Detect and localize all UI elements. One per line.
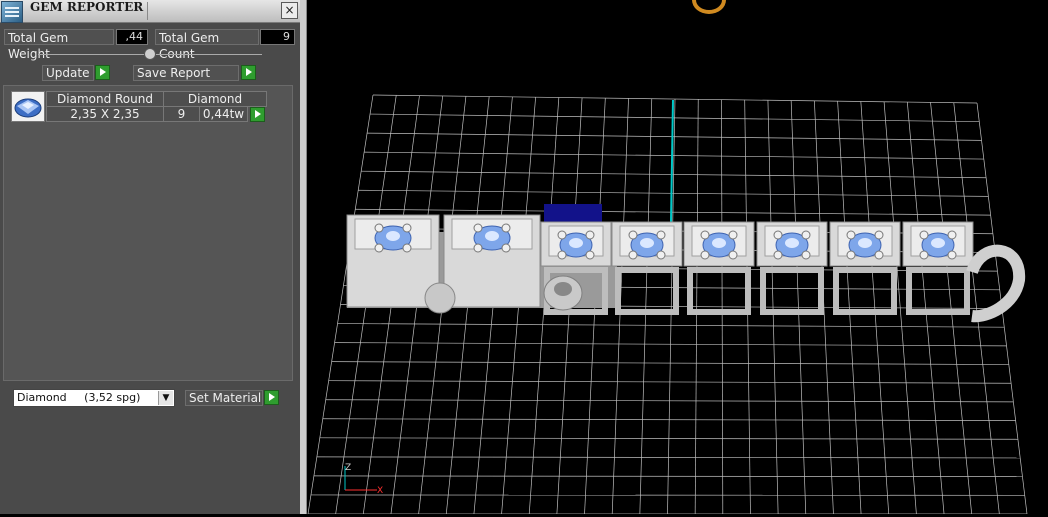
total-gem-weight-label: Total Gem Weight	[4, 29, 114, 45]
prong-2-4	[502, 244, 510, 252]
chevron-down-icon[interactable]: ▼	[158, 391, 173, 405]
gem-reporter-panel: GEM REPORTER × Total Gem Weight ,44 Tota…	[0, 0, 300, 514]
prong-6-4	[802, 251, 810, 259]
gem-facet-2	[485, 231, 499, 241]
prong-5-1	[701, 231, 709, 239]
prong-1-2	[403, 224, 411, 232]
gem-header-name: Diamond Round	[46, 91, 164, 107]
link-frame-7	[836, 270, 894, 312]
set-material-button[interactable]: Set Material	[185, 390, 263, 406]
svg-text:Z: Z	[345, 463, 351, 473]
prong-4-4	[657, 251, 665, 259]
save-report-play-icon[interactable]	[241, 65, 256, 80]
slider-handle[interactable]	[144, 48, 156, 60]
clasp-ball	[425, 283, 455, 313]
prong-8-2	[948, 231, 956, 239]
prong-8-1	[920, 231, 928, 239]
prong-4-3	[629, 251, 637, 259]
prong-8-3	[920, 251, 928, 259]
gem-facet-7	[858, 238, 872, 248]
update-play-icon[interactable]	[95, 65, 110, 80]
set-material-play-icon[interactable]	[264, 390, 279, 405]
gem-row-play-icon[interactable]	[250, 107, 265, 122]
prong-7-3	[847, 251, 855, 259]
total-gem-count-label: Total Gem Count	[155, 29, 259, 45]
window-title: GEM REPORTER	[30, 0, 143, 14]
total-gem-count-value: 9	[260, 29, 295, 45]
gem-weight-cell: 0,44tw	[199, 106, 248, 122]
total-gem-weight-value: ,44	[116, 29, 148, 45]
clasp-hook	[972, 251, 1019, 317]
material-dropdown[interactable]: Diamond (3,52 spg) ▼	[13, 389, 175, 407]
prong-3-1	[558, 231, 566, 239]
prong-7-4	[875, 251, 883, 259]
prong-2-2	[502, 224, 510, 232]
prong-3-2	[586, 231, 594, 239]
gem-header-material: Diamond	[163, 91, 267, 107]
jump-ring-hole	[554, 282, 572, 296]
title-separator	[147, 2, 148, 20]
prong-3-3	[558, 251, 566, 259]
3d-viewport[interactable]: Z X	[307, 0, 1048, 514]
gem-table: Diamond Round Diamond 2,35 X 2,35 9 0,44…	[46, 91, 267, 123]
prong-7-2	[875, 231, 883, 239]
gem-list	[3, 85, 293, 381]
link-frame-6	[763, 270, 821, 312]
prong-5-3	[701, 251, 709, 259]
prong-2-1	[474, 224, 482, 232]
material-selected-value: Diamond (3,52 spg)	[17, 391, 140, 404]
svg-text:X: X	[377, 486, 383, 496]
prong-4-1	[629, 231, 637, 239]
viewport-scene[interactable]: Z X	[307, 0, 1048, 514]
gem-facet-1	[386, 231, 400, 241]
prong-7-1	[847, 231, 855, 239]
gem-facet-3	[569, 238, 583, 248]
close-icon[interactable]: ×	[281, 2, 298, 19]
prong-4-2	[657, 231, 665, 239]
prong-8-4	[948, 251, 956, 259]
link-frame-8	[909, 270, 967, 312]
gem-facet-8	[931, 238, 945, 248]
prong-6-2	[802, 231, 810, 239]
prong-6-1	[774, 231, 782, 239]
tennis-bracelet-model[interactable]	[347, 204, 1019, 316]
prong-6-3	[774, 251, 782, 259]
link-frame-5	[690, 270, 748, 312]
gem-facet-5	[712, 238, 726, 248]
prong-1-1	[375, 224, 383, 232]
gem-count-cell: 9	[163, 106, 200, 122]
gem-size-cell: 2,35 X 2,35	[46, 106, 164, 122]
save-report-button[interactable]: Save Report	[133, 65, 239, 81]
title-bar: GEM REPORTER ×	[0, 0, 300, 23]
axis-triad: Z X	[345, 463, 383, 496]
prong-1-3	[375, 244, 383, 252]
gem-facet-4	[640, 238, 654, 248]
round-diamond-icon	[11, 91, 45, 122]
prong-5-4	[729, 251, 737, 259]
update-button[interactable]: Update	[42, 65, 94, 81]
prong-1-4	[403, 244, 411, 252]
prong-5-2	[729, 231, 737, 239]
z-axis-line	[671, 100, 673, 222]
prong-2-3	[474, 244, 482, 252]
gem-reporter-icon	[1, 1, 23, 23]
prong-3-4	[586, 251, 594, 259]
gem-facet-6	[785, 238, 799, 248]
panel-divider[interactable]	[300, 0, 307, 514]
